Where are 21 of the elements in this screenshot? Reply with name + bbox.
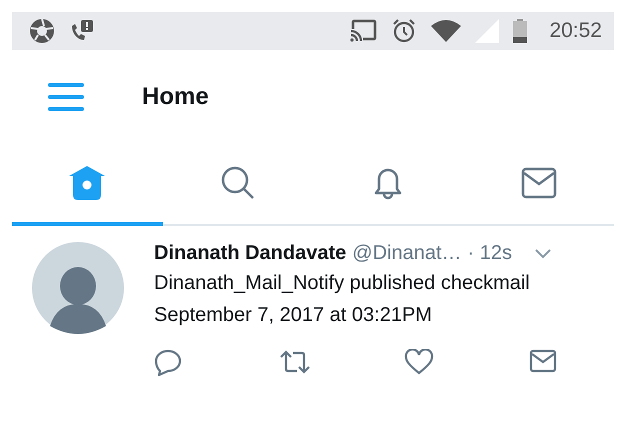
heart-icon[interactable] <box>404 349 434 375</box>
cast-icon <box>349 19 378 43</box>
envelope-icon <box>520 167 557 199</box>
chevron-down-icon[interactable] <box>534 248 552 260</box>
author-handle: @Dinanat… <box>352 242 462 265</box>
post-text: Dinanath_Mail_Notify published checkmail September 7, 2017 at 03:21PM <box>154 271 531 328</box>
menu-icon[interactable] <box>48 82 84 112</box>
envelope-icon[interactable] <box>529 349 557 373</box>
wifi-icon <box>431 20 462 42</box>
avatar[interactable] <box>32 242 124 334</box>
house-icon <box>68 165 106 201</box>
page-title: Home <box>142 83 209 111</box>
aperture-icon <box>29 18 55 44</box>
author-name: Dinanath Dandavate <box>154 242 346 265</box>
retweet-icon[interactable] <box>279 349 311 375</box>
speech-bubble-icon[interactable] <box>154 349 182 377</box>
battery-icon <box>513 19 528 43</box>
alarm-icon <box>391 18 418 44</box>
search-icon <box>220 165 256 201</box>
post-time: · 12s <box>468 242 512 265</box>
clock-time: 20:52 <box>549 19 602 43</box>
